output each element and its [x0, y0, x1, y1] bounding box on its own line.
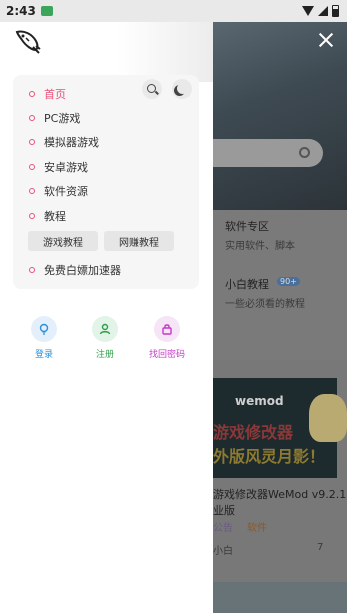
menu-item-label: 软件资源	[44, 185, 88, 198]
bg-card2-badge: 90+	[277, 277, 300, 286]
menu-card: 首页 PC游戏 模拟器游戏 安卓游戏 软件资源 教程 游戏教程 网赚教程 免费白	[13, 75, 199, 289]
moon-icon	[177, 83, 188, 94]
login-icon-circle	[31, 316, 57, 342]
app-notification-icon	[40, 6, 53, 16]
menu-item-label: 免费白嫖加速器	[44, 264, 121, 277]
bg-post-tag2: 软件	[247, 523, 267, 534]
signal-icon	[318, 6, 328, 16]
bullet-icon	[29, 188, 35, 194]
recover-password-button[interactable]: 找回密码	[137, 316, 197, 360]
hero-image	[213, 22, 347, 210]
bg-post-count: 7	[317, 542, 324, 553]
user-icon	[99, 323, 111, 335]
lock-icon	[162, 324, 172, 335]
bg-banner-brand: wemod	[235, 394, 284, 408]
register-label: 注册	[95, 350, 114, 360]
bullet-icon	[29, 213, 35, 219]
status-time: 2:43	[6, 4, 36, 18]
bg-banner-line1: 游戏修改器	[213, 423, 294, 442]
login-label: 登录	[34, 350, 53, 360]
bg-post-tag1: 公告	[213, 523, 233, 534]
menu-item-emulator-games[interactable]: 模拟器游戏	[29, 133, 99, 151]
recover-password-label: 找回密码	[148, 350, 185, 360]
bg-post-author: 小白	[213, 546, 233, 557]
dark-mode-button[interactable]	[172, 79, 192, 99]
login-button[interactable]: 登录	[14, 316, 74, 360]
bg-card1-title: 软件专区	[225, 220, 269, 233]
menu-item-android-games[interactable]: 安卓游戏	[29, 158, 88, 176]
menu-item-label: PC游戏	[44, 112, 81, 125]
register-button[interactable]: 注册	[75, 316, 135, 360]
wifi-icon	[302, 6, 314, 16]
menu-item-label: 安卓游戏	[44, 161, 88, 174]
bg-search-icon	[299, 147, 310, 158]
bullet-icon	[29, 115, 35, 121]
bullet-icon	[29, 267, 35, 273]
menu-item-label: 模拟器游戏	[44, 136, 99, 149]
recover-icon-circle	[154, 316, 180, 342]
submenu-game-tutorials[interactable]: 游戏教程	[28, 231, 98, 251]
bullet-icon	[29, 164, 35, 170]
fish-logo-icon	[15, 30, 41, 54]
bullet-icon	[29, 139, 35, 145]
bg-post-title1: 游戏修改器WeMod v9.2.1	[213, 488, 347, 501]
close-drawer-button[interactable]	[316, 30, 336, 50]
nav-drawer: 首页 PC游戏 模拟器游戏 安卓游戏 软件资源 教程 游戏教程 网赚教程 免费白	[0, 22, 213, 613]
bg-post-title2: 业版	[213, 504, 235, 517]
bg-bottom-image	[213, 582, 347, 613]
status-bar: 2:43	[0, 0, 347, 22]
bg-card2-sub: 一些必须看的教程	[225, 299, 305, 310]
tutorial-submenu: 游戏教程 网赚教程	[28, 231, 174, 251]
menu-item-pc-games[interactable]: PC游戏	[29, 109, 80, 127]
submenu-earning-tutorials[interactable]: 网赚教程	[104, 231, 174, 251]
menu-item-free-accelerator[interactable]: 免费白嫖加速器	[29, 261, 121, 279]
menu-item-home[interactable]: 首页	[29, 85, 66, 103]
bg-mascot	[309, 394, 347, 442]
battery-icon	[332, 5, 339, 17]
bulb-icon	[39, 323, 49, 335]
bg-card1-sub: 实用软件、脚本	[225, 241, 295, 252]
menu-item-label: 教程	[44, 210, 66, 223]
register-icon-circle	[92, 316, 118, 342]
bullet-icon	[29, 91, 35, 97]
drawer-header	[0, 22, 213, 82]
search-button[interactable]	[142, 79, 162, 99]
menu-item-tutorials[interactable]: 教程	[29, 207, 66, 225]
menu-item-software[interactable]: 软件资源	[29, 182, 88, 200]
bg-banner-line2: 外版风灵月影！	[213, 447, 326, 466]
menu-item-label: 首页	[44, 88, 66, 101]
search-icon	[147, 84, 156, 93]
background-page: 软件专区 实用软件、脚本 小白教程 90+ 一些必须看的教程 wemod 游戏修…	[213, 22, 347, 613]
bg-card2-title: 小白教程	[225, 278, 269, 291]
